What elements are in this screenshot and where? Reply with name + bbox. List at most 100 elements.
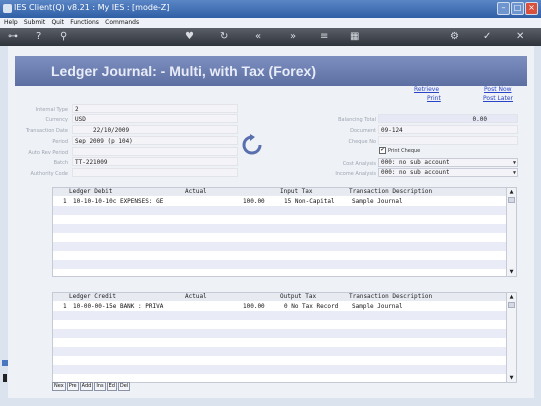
- table-row[interactable]: [53, 320, 506, 329]
- menu-functions[interactable]: Functions: [70, 18, 99, 28]
- table-row[interactable]: [53, 338, 506, 347]
- row-tax: 0 No Tax Record: [284, 303, 339, 310]
- page-title: Ledger Journal: - Multi, with Tax (Forex…: [51, 63, 316, 79]
- menu-commands[interactable]: Commands: [105, 18, 139, 28]
- post-now-link[interactable]: Post Now: [484, 86, 512, 93]
- document-field[interactable]: 09-124: [378, 125, 518, 134]
- cheque-no-field[interactable]: [378, 136, 518, 145]
- balancing-total-field: 0.00: [378, 114, 518, 123]
- side-tool-icon[interactable]: [3, 374, 7, 382]
- row-ledger: 10-10-10-10c EXPENSES: GE: [73, 198, 164, 205]
- table-row[interactable]: [53, 242, 506, 251]
- scroll-down-icon[interactable]: ▼: [507, 374, 516, 382]
- balancing-total-label: Balancing Total: [338, 117, 376, 123]
- table-row[interactable]: 1 10-10-10-10c EXPENSES: GE 100.00 15 No…: [53, 197, 506, 206]
- scroll-up-icon[interactable]: ▲: [507, 188, 516, 196]
- menu-quit[interactable]: Quit: [51, 18, 64, 28]
- row-number: 1: [63, 198, 67, 205]
- table-row[interactable]: [53, 260, 506, 269]
- app-icon: [3, 4, 12, 13]
- transaction-date-field[interactable]: 22/10/2009: [72, 125, 238, 134]
- first-record-icon[interactable]: «: [255, 31, 261, 43]
- col-transaction-description: Transaction Description: [349, 188, 433, 195]
- row-description: Sample Journal: [352, 198, 403, 205]
- last-record-icon[interactable]: »: [290, 31, 296, 43]
- table-row[interactable]: [53, 347, 506, 356]
- check-icon[interactable]: ✓: [483, 31, 491, 43]
- maximize-icon[interactable]: □: [511, 2, 524, 15]
- income-analysis-value: 000: no sub account: [381, 169, 450, 176]
- chevron-down-icon: ▼: [512, 170, 516, 176]
- scroll-thumb[interactable]: [508, 302, 515, 308]
- menu-submit[interactable]: Submit: [24, 18, 45, 28]
- col-ledger-debit: Ledger Debit: [69, 188, 113, 195]
- cost-analysis-label: Cost Analysis: [342, 161, 376, 167]
- add-button[interactable]: Add: [79, 382, 94, 391]
- table-row[interactable]: [53, 365, 506, 374]
- credit-grid-scrollbar[interactable]: ▲ ▼: [506, 293, 516, 382]
- gear-icon[interactable]: ⚙: [450, 31, 459, 43]
- authority-code-field[interactable]: [72, 168, 238, 177]
- table-row[interactable]: 1 10-00-00-15e BANK : PRIVA 100.00 0 No …: [53, 302, 506, 311]
- income-analysis-select[interactable]: 000: no sub account ▼: [378, 168, 518, 177]
- title-bar: IES Client(Q) v8.21 : My IES : [mode-Z] …: [0, 0, 541, 18]
- list-icon[interactable]: ≡: [320, 31, 328, 43]
- table-row[interactable]: [53, 206, 506, 215]
- table-row[interactable]: [53, 329, 506, 338]
- print-link[interactable]: Print: [427, 95, 441, 102]
- scroll-thumb[interactable]: [508, 197, 515, 203]
- scroll-up-icon[interactable]: ▲: [507, 293, 516, 301]
- table-row[interactable]: [53, 224, 506, 233]
- col-input-tax: Input Tax: [280, 188, 313, 195]
- table-row[interactable]: [53, 311, 506, 320]
- period-field[interactable]: Sep 2009 (p 104): [72, 136, 238, 145]
- back-key-icon[interactable]: ⊶: [8, 31, 18, 43]
- debit-grid[interactable]: Ledger Debit Actual Input Tax Transactio…: [52, 187, 517, 277]
- col-actual: Actual: [185, 188, 207, 195]
- post-later-link[interactable]: Post Later: [483, 95, 513, 102]
- currency-field[interactable]: USD: [72, 114, 238, 123]
- table-row[interactable]: [53, 251, 506, 260]
- table-row[interactable]: [53, 356, 506, 365]
- menu-help[interactable]: Help: [4, 18, 18, 28]
- cost-analysis-value: 000: no sub account: [381, 159, 450, 166]
- chevron-down-icon: ▼: [512, 160, 516, 166]
- previous-button[interactable]: Pre: [66, 382, 79, 391]
- batch-field[interactable]: TT-221009: [72, 157, 238, 166]
- cheque-no-label: Cheque No: [348, 139, 376, 145]
- edit-button[interactable]: Ed: [106, 382, 117, 391]
- table-row[interactable]: [53, 233, 506, 242]
- delete-button[interactable]: Del: [117, 382, 131, 391]
- row-number: 1: [63, 303, 67, 310]
- close-icon[interactable]: ×: [525, 2, 538, 15]
- auto-rev-period-field[interactable]: [72, 147, 238, 156]
- retrieve-link[interactable]: Retrieve: [414, 86, 439, 93]
- recalculate-icon[interactable]: [240, 134, 264, 156]
- table-row[interactable]: [53, 215, 506, 224]
- minimize-icon[interactable]: –: [497, 2, 510, 15]
- favorite-heart-icon[interactable]: ♥: [185, 31, 194, 43]
- page-banner: Ledger Journal: - Multi, with Tax (Forex…: [15, 56, 527, 86]
- scroll-down-icon[interactable]: ▼: [507, 268, 516, 276]
- grid-icon[interactable]: ▦: [350, 31, 359, 43]
- credit-grid[interactable]: Ledger Credit Actual Output Tax Transact…: [52, 292, 517, 383]
- debit-grid-scrollbar[interactable]: ▲ ▼: [506, 188, 516, 276]
- internal-type-label: Internal Type: [35, 107, 68, 113]
- col-output-tax: Output Tax: [280, 293, 317, 300]
- insert-button[interactable]: Ins: [94, 382, 106, 391]
- menu-bar: Help Submit Quit Functions Commands: [0, 18, 541, 28]
- window-title: IES Client(Q) v8.21 : My IES : [mode-Z]: [14, 3, 170, 12]
- cost-analysis-select[interactable]: 000: no sub account ▼: [378, 158, 518, 167]
- internal-type-field[interactable]: 2: [72, 104, 238, 113]
- side-status-icon[interactable]: [2, 360, 8, 366]
- income-analysis-label: Income Analysis: [335, 171, 376, 177]
- app-window: IES Client(Q) v8.21 : My IES : [mode-Z] …: [0, 0, 541, 406]
- cancel-icon[interactable]: ✕: [516, 31, 524, 43]
- grid-nav-buttons: Nex Pre Add Ins Ed Del: [52, 381, 131, 391]
- help-icon[interactable]: ?: [36, 31, 41, 43]
- refresh-icon[interactable]: ↻: [220, 31, 228, 43]
- search-icon[interactable]: ⚲: [60, 31, 67, 43]
- row-actual: 100.00: [243, 198, 265, 205]
- print-cheque-checkbox[interactable]: ✔ Print Cheque: [379, 147, 420, 154]
- next-button[interactable]: Nex: [52, 382, 66, 391]
